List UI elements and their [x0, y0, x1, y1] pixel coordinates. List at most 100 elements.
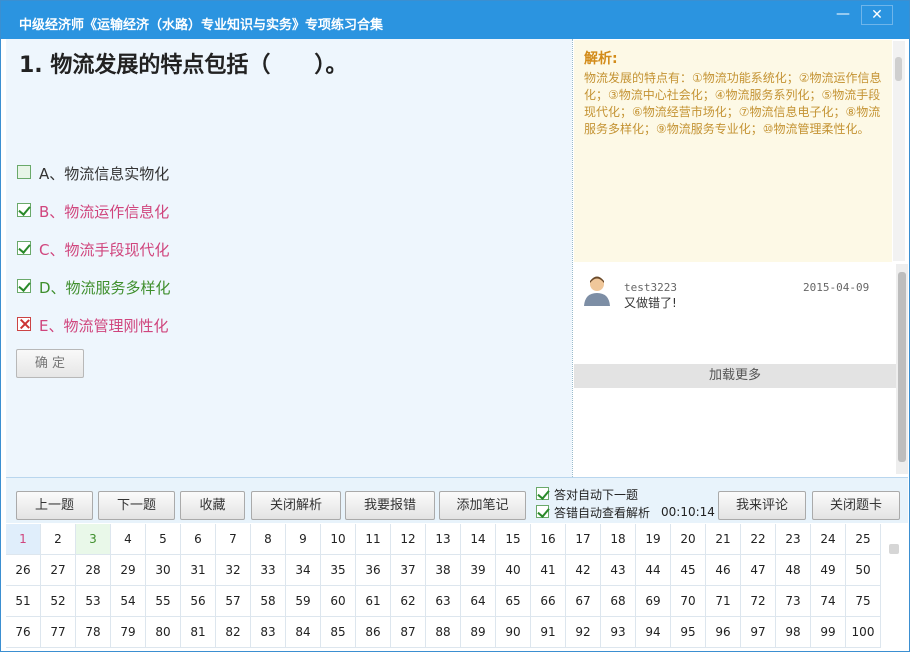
question-number-cell[interactable]: 55	[146, 586, 181, 617]
report-error-button[interactable]: 我要报错	[345, 491, 435, 520]
question-number-cell[interactable]: 77	[41, 617, 76, 648]
question-number-cell[interactable]: 98	[776, 617, 811, 648]
wrong-mark-icon[interactable]	[17, 317, 31, 331]
question-number-cell[interactable]: 3	[76, 524, 111, 555]
question-number-cell[interactable]: 35	[321, 555, 356, 586]
question-number-cell[interactable]: 58	[251, 586, 286, 617]
load-more-button[interactable]: 加载更多	[574, 364, 896, 388]
question-number-cell[interactable]: 44	[636, 555, 671, 586]
favorite-button[interactable]: 收藏	[180, 491, 245, 520]
question-number-cell[interactable]: 2	[41, 524, 76, 555]
question-number-cell[interactable]: 99	[811, 617, 846, 648]
question-number-cell[interactable]: 43	[601, 555, 636, 586]
question-number-cell[interactable]: 27	[41, 555, 76, 586]
question-number-cell[interactable]: 83	[251, 617, 286, 648]
question-number-cell[interactable]: 79	[111, 617, 146, 648]
scroll-thumb[interactable]	[898, 272, 906, 462]
question-number-cell[interactable]: 7	[216, 524, 251, 555]
question-number-cell[interactable]: 47	[741, 555, 776, 586]
question-number-cell[interactable]: 24	[811, 524, 846, 555]
question-number-cell[interactable]: 75	[846, 586, 881, 617]
question-number-cell[interactable]: 67	[566, 586, 601, 617]
question-number-cell[interactable]: 36	[356, 555, 391, 586]
question-number-cell[interactable]: 26	[6, 555, 41, 586]
question-number-cell[interactable]: 73	[776, 586, 811, 617]
question-number-cell[interactable]: 31	[181, 555, 216, 586]
question-number-cell[interactable]: 13	[426, 524, 461, 555]
question-number-cell[interactable]: 25	[846, 524, 881, 555]
question-number-cell[interactable]: 53	[76, 586, 111, 617]
minimize-button[interactable]: —	[827, 5, 859, 25]
question-number-cell[interactable]: 42	[566, 555, 601, 586]
question-number-cell[interactable]: 88	[426, 617, 461, 648]
question-number-cell[interactable]: 21	[706, 524, 741, 555]
question-number-cell[interactable]: 32	[216, 555, 251, 586]
question-number-cell[interactable]: 4	[111, 524, 146, 555]
close-analysis-button[interactable]: 关闭解析	[251, 491, 341, 520]
question-number-cell[interactable]: 29	[111, 555, 146, 586]
question-number-cell[interactable]: 23	[776, 524, 811, 555]
question-number-cell[interactable]: 62	[391, 586, 426, 617]
question-number-cell[interactable]: 19	[636, 524, 671, 555]
question-number-cell[interactable]: 48	[776, 555, 811, 586]
question-number-cell[interactable]: 12	[391, 524, 426, 555]
question-number-cell[interactable]: 20	[671, 524, 706, 555]
close-card-button[interactable]: 关闭题卡	[812, 491, 900, 520]
question-number-cell[interactable]: 18	[601, 524, 636, 555]
add-note-button[interactable]: 添加笔记	[439, 491, 526, 520]
question-number-cell[interactable]: 84	[286, 617, 321, 648]
question-number-cell[interactable]: 82	[216, 617, 251, 648]
question-number-cell[interactable]: 40	[496, 555, 531, 586]
close-button[interactable]: ✕	[861, 5, 893, 25]
question-number-cell[interactable]: 30	[146, 555, 181, 586]
question-number-cell[interactable]: 8	[251, 524, 286, 555]
question-number-cell[interactable]: 9	[286, 524, 321, 555]
question-number-cell[interactable]: 78	[76, 617, 111, 648]
question-number-cell[interactable]: 72	[741, 586, 776, 617]
question-number-cell[interactable]: 45	[671, 555, 706, 586]
question-number-cell[interactable]: 1	[6, 524, 41, 555]
question-number-cell[interactable]: 87	[391, 617, 426, 648]
question-number-cell[interactable]: 14	[461, 524, 496, 555]
confirm-button[interactable]: 确 定	[16, 349, 84, 378]
scroll-thumb[interactable]	[895, 57, 902, 81]
question-number-cell[interactable]: 41	[531, 555, 566, 586]
checked-box-icon[interactable]	[17, 241, 31, 255]
question-number-cell[interactable]: 57	[216, 586, 251, 617]
unchecked-box-icon[interactable]	[17, 165, 31, 179]
question-number-cell[interactable]: 76	[6, 617, 41, 648]
comment-scrollbar[interactable]	[896, 264, 908, 474]
question-number-cell[interactable]: 6	[181, 524, 216, 555]
question-number-cell[interactable]: 66	[531, 586, 566, 617]
question-number-cell[interactable]: 91	[531, 617, 566, 648]
question-number-cell[interactable]: 92	[566, 617, 601, 648]
question-number-cell[interactable]: 28	[76, 555, 111, 586]
question-number-cell[interactable]: 11	[356, 524, 391, 555]
checked-box-icon[interactable]	[17, 279, 31, 293]
question-number-cell[interactable]: 60	[321, 586, 356, 617]
question-number-cell[interactable]: 37	[391, 555, 426, 586]
question-number-cell[interactable]: 80	[146, 617, 181, 648]
question-number-cell[interactable]: 56	[181, 586, 216, 617]
comment-button[interactable]: 我来评论	[718, 491, 806, 520]
question-number-cell[interactable]: 46	[706, 555, 741, 586]
question-number-cell[interactable]: 61	[356, 586, 391, 617]
question-number-cell[interactable]: 95	[671, 617, 706, 648]
question-number-cell[interactable]: 97	[741, 617, 776, 648]
question-number-cell[interactable]: 90	[496, 617, 531, 648]
question-number-cell[interactable]: 70	[671, 586, 706, 617]
question-number-cell[interactable]: 39	[461, 555, 496, 586]
question-number-cell[interactable]: 94	[636, 617, 671, 648]
checked-box-icon[interactable]	[536, 505, 549, 518]
question-number-cell[interactable]: 86	[356, 617, 391, 648]
scroll-thumb[interactable]	[889, 544, 899, 554]
question-number-cell[interactable]: 22	[741, 524, 776, 555]
question-number-cell[interactable]: 74	[811, 586, 846, 617]
grid-scrollbar[interactable]	[883, 524, 907, 650]
question-number-cell[interactable]: 10	[321, 524, 356, 555]
question-number-cell[interactable]: 34	[286, 555, 321, 586]
checked-box-icon[interactable]	[536, 487, 549, 500]
question-number-cell[interactable]: 49	[811, 555, 846, 586]
question-number-cell[interactable]: 5	[146, 524, 181, 555]
question-number-cell[interactable]: 68	[601, 586, 636, 617]
